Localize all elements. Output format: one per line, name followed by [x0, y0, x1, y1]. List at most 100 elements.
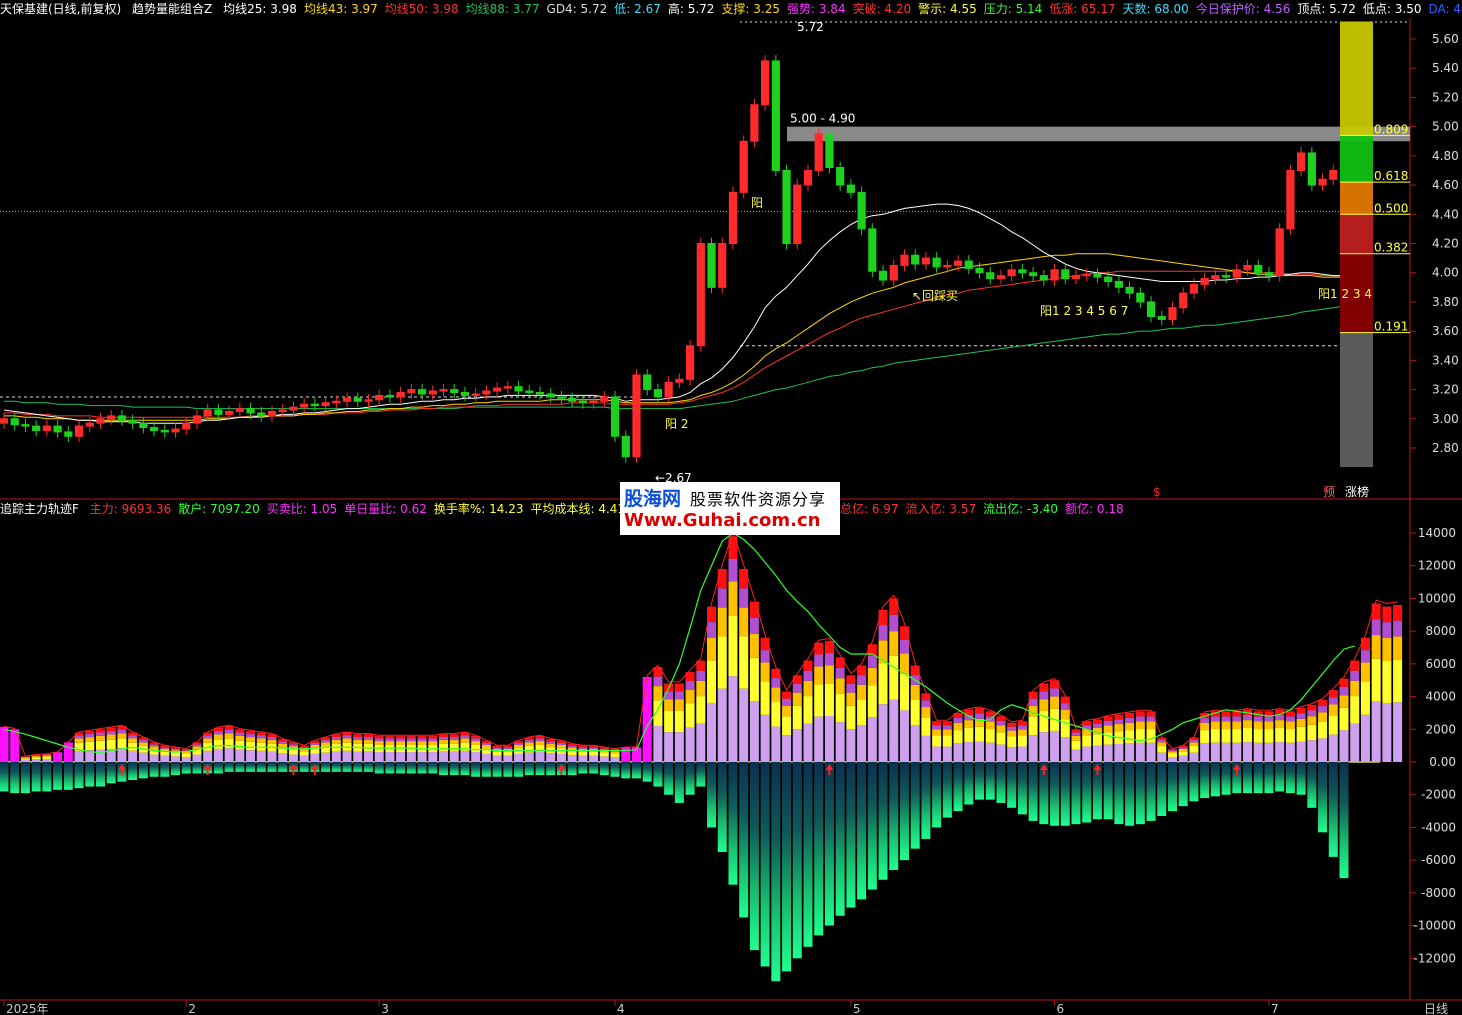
outflow-bar: [514, 762, 524, 777]
volume-bar-segment: [481, 742, 491, 745]
volume-bar-segment: [739, 588, 749, 608]
outflow-bar: [610, 762, 620, 777]
volume-bar-segment: [42, 754, 52, 756]
price-tick-label: 5.00: [1432, 120, 1459, 134]
volume-bar-segment: [749, 633, 759, 658]
volume-bar-segment: [1114, 719, 1124, 725]
volume-bar-segment: [1082, 746, 1092, 762]
volume-bar-segment: [599, 756, 609, 762]
outflow-bar: [899, 762, 909, 861]
volume-bar-segment: [739, 688, 749, 762]
outflow-bar: [74, 762, 84, 789]
volume-bar-segment: [567, 755, 577, 762]
candle-body: [696, 243, 705, 347]
volume-bar-segment: [803, 660, 813, 671]
volume-bar-segment: [524, 746, 534, 753]
volume-bar-segment: [1307, 704, 1317, 711]
stock-title[interactable]: 天保基建(日线,前复权): [0, 2, 121, 16]
volume-bar-segment: [117, 738, 127, 749]
volume-bar-segment: [782, 705, 792, 717]
volume-value-3: 单日量比: 0.62: [344, 502, 427, 516]
candle-body: [803, 169, 813, 186]
volume-bar-segment: [74, 750, 84, 762]
volume-indicator-name[interactable]: 追踪主力轨迹F: [0, 502, 79, 516]
candle-body: [503, 386, 512, 389]
candle-body: [653, 389, 663, 398]
volume-bar-segment: [1210, 721, 1220, 730]
candle-body: [1114, 280, 1123, 288]
volume-bar-segment: [792, 692, 802, 706]
volume-bar-segment: [835, 667, 845, 679]
volume-bar-segment: [1157, 746, 1167, 753]
volume-bar-segment: [95, 735, 105, 741]
volume-bar-segment: [1264, 729, 1274, 743]
outflow-bar: [171, 762, 181, 776]
volume-bar-segment: [589, 751, 599, 756]
price-value-10: 警示: 4.55: [918, 2, 977, 16]
volume-bar-segment: [203, 738, 213, 743]
outflow-bar: [267, 762, 277, 772]
outflow-bar: [1339, 762, 1349, 879]
volume-bar-segment: [578, 755, 588, 762]
indicator-name[interactable]: 趋势量能组合Z: [132, 2, 212, 16]
volume-bar-segment: [353, 751, 363, 762]
price-value-6: 高: 5.72: [667, 2, 715, 16]
volume-bar-segment: [1360, 650, 1370, 663]
volume-bar-segment: [985, 721, 995, 730]
volume-bar-segment: [503, 745, 513, 748]
volume-bar-segment: [1017, 725, 1027, 730]
volume-bar-segment: [1382, 660, 1392, 703]
volume-bar-segment: [899, 639, 909, 654]
volume-bar-segment: [1221, 716, 1231, 722]
volume-bar-segment: [288, 749, 298, 755]
outflow-bar: [932, 762, 942, 828]
volume-bar-segment: [1071, 740, 1081, 750]
volume-bar-segment: [685, 703, 695, 728]
candle-body: [707, 243, 716, 288]
candle-body: [996, 275, 1006, 280]
volume-bar-segment: [439, 734, 449, 737]
volume-bar-segment: [1092, 723, 1102, 728]
volume-bar-segment: [460, 735, 470, 739]
outflow-bar: [846, 762, 856, 908]
volume-bar-segment: [171, 752, 181, 757]
volume-bar-segment: [964, 742, 974, 762]
volume-bar-segment: [899, 653, 909, 674]
candle-body: [278, 409, 287, 412]
volume-bar-segment: [760, 681, 770, 715]
volume-bar-segment: [203, 735, 213, 739]
watermark-slogan: 股票软件资源分享: [690, 490, 827, 509]
price-tick-label: 5.20: [1432, 90, 1459, 104]
volume-bar-segment: [1328, 704, 1338, 716]
volume-bar-segment: [503, 755, 513, 762]
volume-bar-segment: [1393, 636, 1403, 660]
candle-body: [85, 422, 94, 427]
outflow-bar: [385, 762, 395, 774]
fib-zone: [1340, 21, 1373, 136]
candle-body: [1093, 273, 1102, 278]
candle-body: [171, 428, 180, 433]
volume-bar-segment: [95, 729, 105, 733]
volume-bar-segment: [1328, 697, 1338, 705]
volume-bar-segment: [1125, 743, 1135, 762]
volume-bar-segment: [696, 696, 706, 724]
volume-bar-segment: [1232, 721, 1242, 730]
volume-value-right-0: 总亿: 6.97: [840, 502, 899, 516]
volume-bar-segment: [546, 741, 556, 744]
volume-bar-segment: [1103, 744, 1113, 762]
outflow-bar: [149, 762, 159, 777]
volume-bar-segment: [95, 749, 105, 762]
volume-bar-segment: [749, 617, 759, 634]
candle-body: [921, 257, 931, 265]
volume-bar-segment: [524, 739, 534, 743]
fib-zone: [1340, 182, 1373, 215]
outflow-bar: [589, 762, 599, 774]
outflow-bar: [975, 762, 985, 800]
volume-bar-segment: [664, 732, 674, 762]
x-tick-label: 4: [617, 1002, 625, 1015]
candle-body: [1189, 283, 1199, 294]
volume-bar-segment: [578, 745, 588, 748]
outflow-bar: [138, 762, 148, 779]
outflow-bar: [192, 762, 202, 774]
volume-bar-segment: [460, 750, 470, 762]
